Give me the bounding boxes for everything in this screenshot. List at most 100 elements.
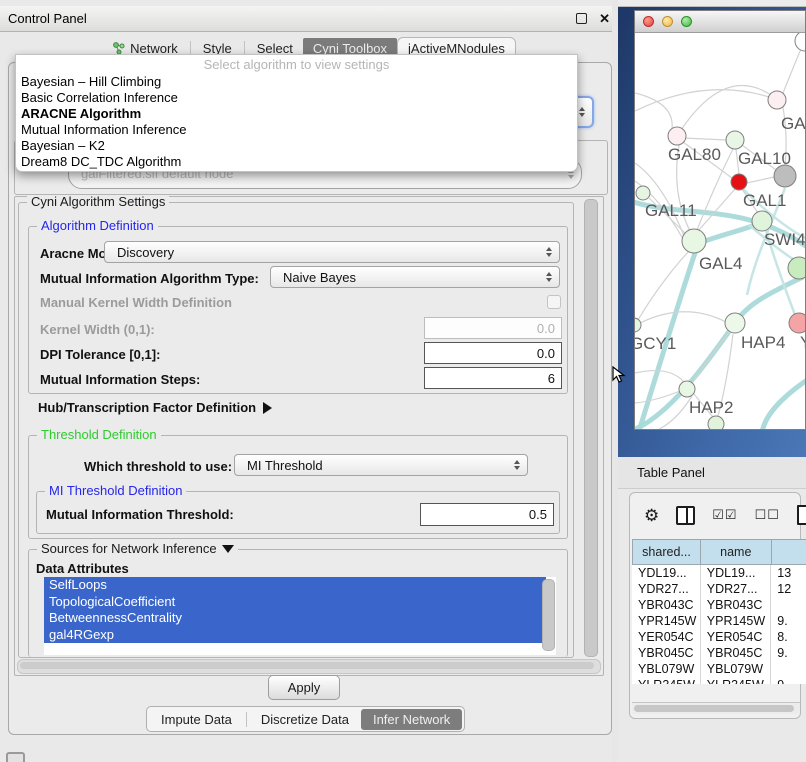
table-row[interactable]: YPR145WYPR145W9. — [632, 613, 806, 629]
mi-steps-field[interactable]: 6 — [424, 367, 562, 389]
node-label: HAP4 — [741, 333, 785, 352]
node-hap4[interactable] — [725, 313, 745, 333]
mouse-cursor — [612, 366, 626, 384]
unchecked-pair-icon[interactable]: ☐☐ — [755, 507, 780, 523]
data-attributes-list[interactable]: SelfLoopsTopologicalCoefficientBetweenne… — [44, 577, 556, 655]
attribute-item[interactable]: TopologicalCoefficient — [44, 594, 546, 611]
table-horizontal-scrollbar[interactable] — [632, 702, 800, 714]
settings-vertical-scrollbar[interactable] — [584, 199, 598, 657]
node-hap2[interactable] — [679, 381, 695, 397]
column-header[interactable]: name — [701, 539, 772, 565]
node-gal1[interactable] — [731, 174, 747, 190]
split-pane-icon[interactable] — [676, 506, 695, 525]
mi-threshold-label: Mutual Information Threshold: — [46, 507, 234, 522]
network-view-window[interactable]: GALGAL80GAL10GAL1GAL11SWI4GAL4GCY1HAP4YH… — [634, 10, 806, 430]
table-row[interactable]: YBR045CYBR045C9. — [632, 645, 806, 661]
node-label: Y — [800, 333, 805, 352]
node-label: GAL1 — [743, 191, 786, 210]
network-graph[interactable]: GALGAL80GAL10GAL1GAL11SWI4GAL4GCY1HAP4YH… — [635, 33, 805, 429]
mi-threshold-field[interactable]: 0.5 — [420, 503, 554, 526]
node-gal80[interactable] — [668, 127, 686, 145]
table-panel-header: Table Panel — [618, 457, 806, 489]
table-cell: YER054C — [701, 629, 772, 645]
checked-pair-icon[interactable]: ☑☑ — [712, 507, 737, 523]
table-row[interactable]: YBL079WYBL079W — [632, 661, 806, 677]
algorithm-option[interactable]: Basic Correlation Inference — [16, 90, 577, 106]
node-gray[interactable] — [774, 165, 796, 187]
network-edge — [640, 312, 726, 323]
table-cell: YDL19... — [701, 565, 772, 581]
control-panel-titlebar: Control Panel ✕ — [0, 6, 618, 32]
combo-arrows-icon — [511, 460, 523, 470]
minimize-window-icon[interactable] — [662, 16, 673, 27]
node-gal-top[interactable] — [768, 91, 786, 109]
docked-panel-icon[interactable] — [6, 752, 25, 762]
table-panel-body: ⚙ ☑☑ ☐☐ shared...nameYDL19...YDL19...13Y… — [629, 492, 801, 719]
table-cell — [771, 597, 806, 613]
data-attributes-label: Data Attributes — [36, 561, 129, 576]
mi-algorithm-type-value: Naive Bayes — [283, 270, 543, 285]
attributes-list-scrollbar[interactable] — [542, 579, 555, 651]
document-icon[interactable] — [797, 505, 806, 525]
algorithm-option[interactable]: Bayesian – Hill Climbing — [16, 74, 577, 90]
tab-impute-data[interactable]: Impute Data — [149, 709, 244, 730]
app-toolbar-strip — [618, 0, 806, 7]
node-label: GAL80 — [668, 145, 721, 164]
combo-arrows-icon — [543, 247, 555, 257]
table-row[interactable]: YER054CYER054C8. — [632, 629, 806, 645]
table-row[interactable]: YLR345WYLR345W9. — [632, 677, 806, 684]
close-panel-icon[interactable]: ✕ — [599, 12, 610, 25]
which-threshold-combo[interactable]: MI Threshold — [234, 454, 528, 476]
settings-horizontal-scrollbar[interactable] — [17, 659, 601, 674]
table-cell: YBR045C — [701, 645, 772, 661]
node-gal11[interactable] — [636, 186, 650, 200]
sources-group-title[interactable]: Sources for Network Inference — [37, 541, 238, 556]
collapse-arrow-icon — [263, 402, 272, 414]
tab-discretize-data[interactable]: Discretize Data — [249, 709, 361, 730]
table-row[interactable]: YBR043CYBR043C — [632, 597, 806, 613]
algorithm-option[interactable]: Mutual Information Inference — [16, 122, 577, 138]
node-gal4[interactable] — [682, 229, 706, 253]
hub-definition-label: Hub/Transcription Factor Definition — [38, 400, 256, 415]
mi-algorithm-type-combo[interactable]: Naive Bayes — [270, 266, 560, 288]
table-row[interactable]: YDR27...YDR27...12 — [632, 581, 806, 597]
node-gcy1[interactable] — [635, 318, 641, 332]
algorithm-option[interactable]: Dream8 DC_TDC Algorithm — [16, 154, 577, 170]
column-header[interactable] — [772, 539, 806, 565]
node-table[interactable]: shared...nameYDL19...YDL19...13YDR27...Y… — [632, 539, 806, 684]
hub-definition-section[interactable]: Hub/Transcription Factor Definition — [38, 400, 272, 415]
attribute-item[interactable]: gal4RGexp — [44, 627, 546, 644]
kernel-width-field[interactable]: 0.0 — [424, 317, 562, 339]
close-window-icon[interactable] — [643, 16, 654, 27]
manual-kernel-width-checkbox[interactable] — [547, 295, 561, 309]
table-cell: 9. — [771, 613, 806, 629]
attribute-item[interactable]: BetweennessCentrality — [44, 610, 546, 627]
table-cell: YLR345W — [701, 677, 772, 684]
gear-icon[interactable]: ⚙ — [644, 507, 659, 524]
node-label: GCY1 — [635, 334, 676, 353]
node-big-green[interactable] — [788, 257, 805, 279]
node-pink-right[interactable] — [789, 313, 805, 333]
tab-separator — [246, 712, 247, 727]
mi-steps-value: 6 — [548, 371, 555, 386]
tab-infer-network[interactable]: Infer Network — [361, 709, 462, 730]
algorithm-option[interactable]: ARACNE Algorithm — [16, 106, 577, 122]
node-gal10[interactable] — [726, 131, 744, 149]
dpi-tolerance-field[interactable]: 0.0 — [424, 342, 562, 364]
zoom-window-icon[interactable] — [681, 16, 692, 27]
table-cell: YPR145W — [632, 613, 701, 629]
table-cell: YPR145W — [701, 613, 772, 629]
aracne-mode-combo[interactable]: Discovery — [104, 241, 560, 263]
algorithm-option[interactable]: Bayesian – K2 — [16, 138, 577, 154]
node-bottom-green[interactable] — [708, 416, 724, 429]
node-swi4[interactable] — [752, 211, 772, 231]
float-panel-icon[interactable] — [576, 13, 587, 24]
apply-button[interactable]: Apply — [268, 675, 340, 700]
column-header[interactable]: shared... — [632, 539, 701, 565]
table-row[interactable]: YDL19...YDL19...13 — [632, 565, 806, 581]
mi-steps-label: Mutual Information Steps: — [40, 372, 200, 387]
network-edge — [783, 49, 801, 93]
attribute-item[interactable]: SelfLoops — [44, 577, 546, 594]
table-cell: YDR27... — [701, 581, 772, 597]
node-top-arc[interactable] — [795, 33, 805, 51]
